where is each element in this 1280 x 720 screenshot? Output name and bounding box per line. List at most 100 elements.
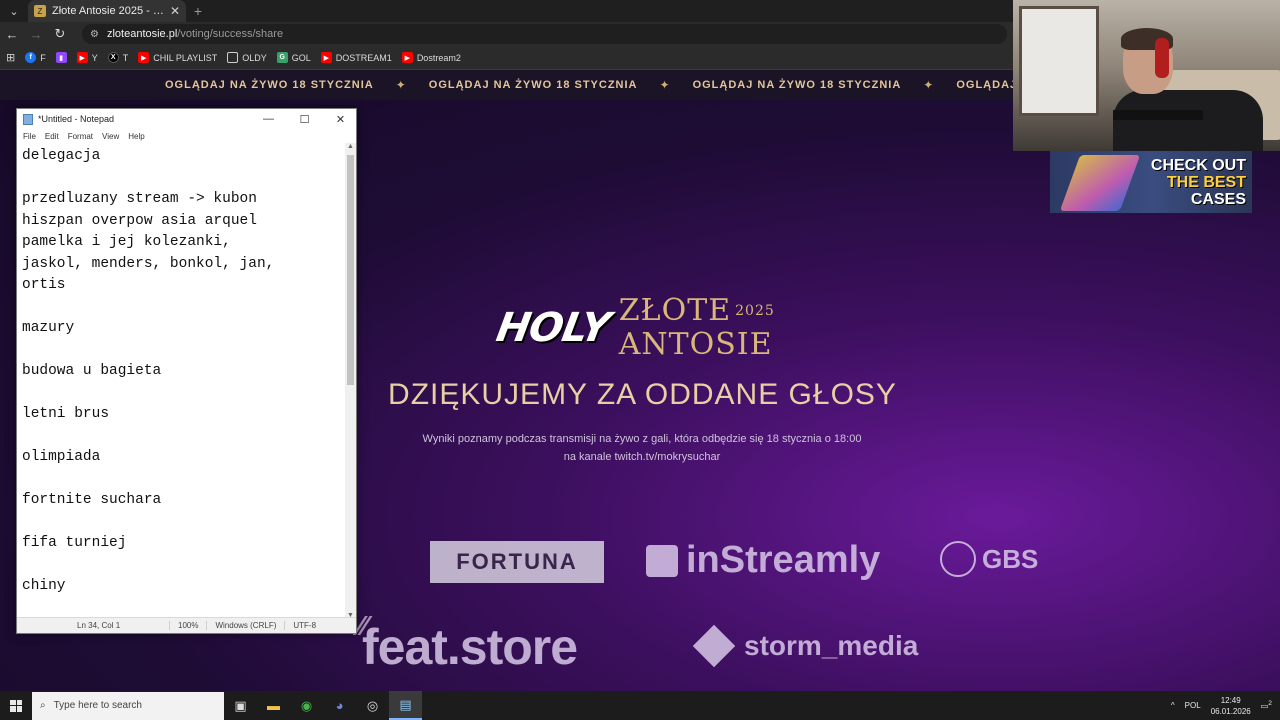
menu-edit[interactable]: Edit xyxy=(45,132,59,141)
knife-skin-image xyxy=(1059,155,1141,211)
results-info-text: Wyniki poznamy podczas transmisji na żyw… xyxy=(422,433,862,463)
gbs-crosshair-icon xyxy=(940,541,976,577)
clock-time: 12:49 xyxy=(1220,695,1241,705)
url-field[interactable]: ⚙ zloteantosie.pl/voting/success/share xyxy=(82,24,1007,44)
file-explorer-icon[interactable]: ▬ xyxy=(257,691,290,720)
bookmark-twitch[interactable]: ▮ xyxy=(55,52,67,63)
close-tab-icon[interactable]: ✕ xyxy=(170,4,180,18)
menu-help[interactable]: Help xyxy=(128,132,144,141)
obs-icon[interactable]: ◎ xyxy=(356,691,389,720)
notepad-line: przedluzany stream -> kubon xyxy=(22,191,257,207)
discord-icon[interactable]: ◕ xyxy=(323,691,356,720)
task-view-icon[interactable]: ▣ xyxy=(224,691,257,720)
notepad-scrollbar[interactable]: ▲ ▼ xyxy=(345,143,356,619)
browser-tab[interactable]: Z Złote Antosie 2025 - Największ... ✕ xyxy=(28,0,186,22)
webcam-window xyxy=(1019,6,1099,116)
bookmark-gol[interactable]: G GOL xyxy=(276,52,311,63)
bookmark-label: OLDY xyxy=(242,52,267,63)
bookmark-f[interactable]: fF xyxy=(25,52,46,63)
bookmark-chil-playlist[interactable]: ▶ CHIL PLAYLIST xyxy=(138,52,217,63)
youtube-icon: ▶ xyxy=(401,52,413,63)
menu-file[interactable]: File xyxy=(23,132,36,141)
instreamly-mark-icon xyxy=(646,544,678,577)
gol-icon: G xyxy=(276,52,288,63)
apps-grid-icon[interactable]: ⊞ xyxy=(6,51,15,64)
star-icon: ✦ xyxy=(659,78,671,92)
notepad-line: mazury xyxy=(22,320,75,336)
ticker-text: OGLĄDAJ NA ŻYWO 18 STYCZNIA xyxy=(692,79,902,91)
notepad-taskbar-icon[interactable]: ▤ xyxy=(389,691,422,720)
notepad-line: fifa turniej xyxy=(22,535,127,551)
bookmark-dostream2[interactable]: ▶ Dostream2 xyxy=(401,52,461,63)
windows-logo-icon xyxy=(10,699,22,712)
notepad-line: jaskol, menders, bonkol, jan, xyxy=(22,255,275,272)
notepad-text-area[interactable]: delegacja przedluzany stream -> kubon hisz… xyxy=(17,143,346,619)
notepad-line xyxy=(22,383,346,405)
notification-count: 2 xyxy=(1268,700,1272,708)
twitch-icon: ▮ xyxy=(55,52,67,63)
taskbar-search[interactable]: ⌕ Type here to search xyxy=(32,691,224,720)
notepad-line: budowa u bagieta xyxy=(22,363,162,379)
chrome-icon[interactable]: ◉ xyxy=(290,691,323,720)
tab-search-icon[interactable]: ⌄ xyxy=(0,0,28,22)
fortuna-logo: FORTUNA xyxy=(430,541,604,583)
bookmark-y[interactable]: ▶ Y xyxy=(76,52,98,63)
back-icon[interactable]: ← xyxy=(0,27,24,42)
bookmark-t[interactable]: XT xyxy=(107,52,128,63)
x-icon: X xyxy=(107,52,119,63)
storm-media-logo: storm_media xyxy=(692,624,919,668)
star-icon: ✦ xyxy=(395,78,407,92)
notepad-line xyxy=(22,168,346,190)
instreamly-logo: inStreamly xyxy=(646,539,880,582)
forward-icon[interactable]: → xyxy=(24,27,48,42)
tray-expand-icon[interactable]: ^ xyxy=(1171,701,1175,710)
clock[interactable]: 12:49 06.01.2026 xyxy=(1211,695,1251,717)
reload-icon[interactable]: ↻ xyxy=(48,26,72,42)
bookmark-dostream1[interactable]: ▶ DOSTREAM1 xyxy=(320,52,392,63)
logo-year: 2025 xyxy=(735,303,775,319)
gbs-logo: GBS xyxy=(940,541,1038,577)
featstore-logo: feat.store xyxy=(362,619,578,675)
system-tray: ^ POL 12:49 06.01.2026 ▭2 xyxy=(1171,695,1280,717)
bookmark-label: CHIL PLAYLIST xyxy=(153,52,218,63)
maximize-icon[interactable]: ☐ xyxy=(289,113,320,126)
notepad-line: ortis xyxy=(22,277,66,293)
windows-taskbar: ⌕ Type here to search ▣ ▬ ◉ ◕ ◎ ▤ ^ POL … xyxy=(0,691,1280,720)
notepad-title-bar[interactable]: *Untitled - Notepad — ☐ ✕ xyxy=(17,109,356,129)
notepad-line: chiny xyxy=(22,578,66,594)
streamer xyxy=(1113,28,1263,151)
scroll-up-icon[interactable]: ▲ xyxy=(346,143,355,150)
event-logo: HOLY ZŁOTE 2025 ANTOSIE xyxy=(493,294,775,362)
ad-line3: CASES xyxy=(1190,191,1246,208)
new-tab-icon[interactable]: + xyxy=(186,0,210,22)
notepad-line xyxy=(22,555,346,577)
notification-icon[interactable]: ▭2 xyxy=(1261,700,1272,711)
ad-text: CHECK OUT THE BEST CASES xyxy=(1151,157,1246,208)
notepad-line xyxy=(22,340,346,362)
bookmark-label: Y xyxy=(91,52,98,63)
start-button[interactable] xyxy=(0,691,32,720)
webcam-overlay xyxy=(1013,0,1280,151)
scrollbar-thumb[interactable] xyxy=(347,155,354,385)
zlote-antosie-logo: ZŁOTE 2025 ANTOSIE xyxy=(619,294,775,362)
menu-format[interactable]: Format xyxy=(68,132,93,141)
gbs-label: GBS xyxy=(982,543,1039,574)
minimize-icon[interactable]: — xyxy=(253,113,284,125)
microphone-arm xyxy=(1113,110,1203,120)
notepad-menu-bar: File Edit Format View Help xyxy=(17,129,356,143)
site-info-icon[interactable]: ⚙ xyxy=(90,29,99,40)
star-icon: ✦ xyxy=(923,78,935,92)
notepad-line: letni brus xyxy=(22,406,110,422)
bookmark-oldy[interactable]: OLDY xyxy=(227,52,267,63)
menu-view[interactable]: View xyxy=(102,132,119,141)
url-host: zloteantosie.pl xyxy=(106,28,178,40)
notepad-line xyxy=(22,512,346,534)
close-icon[interactable]: ✕ xyxy=(325,113,356,126)
cases-ad-banner[interactable]: CHECK OUT THE BEST CASES xyxy=(1050,151,1252,213)
language-indicator[interactable]: POL xyxy=(1185,701,1201,710)
facebook-icon: f xyxy=(25,52,37,63)
ad-line1: CHECK OUT xyxy=(1150,157,1246,174)
notepad-window: *Untitled - Notepad — ☐ ✕ File Edit Form… xyxy=(16,108,357,634)
storm-media-mark-icon xyxy=(692,624,736,668)
storm-media-label: storm_media xyxy=(744,630,919,661)
